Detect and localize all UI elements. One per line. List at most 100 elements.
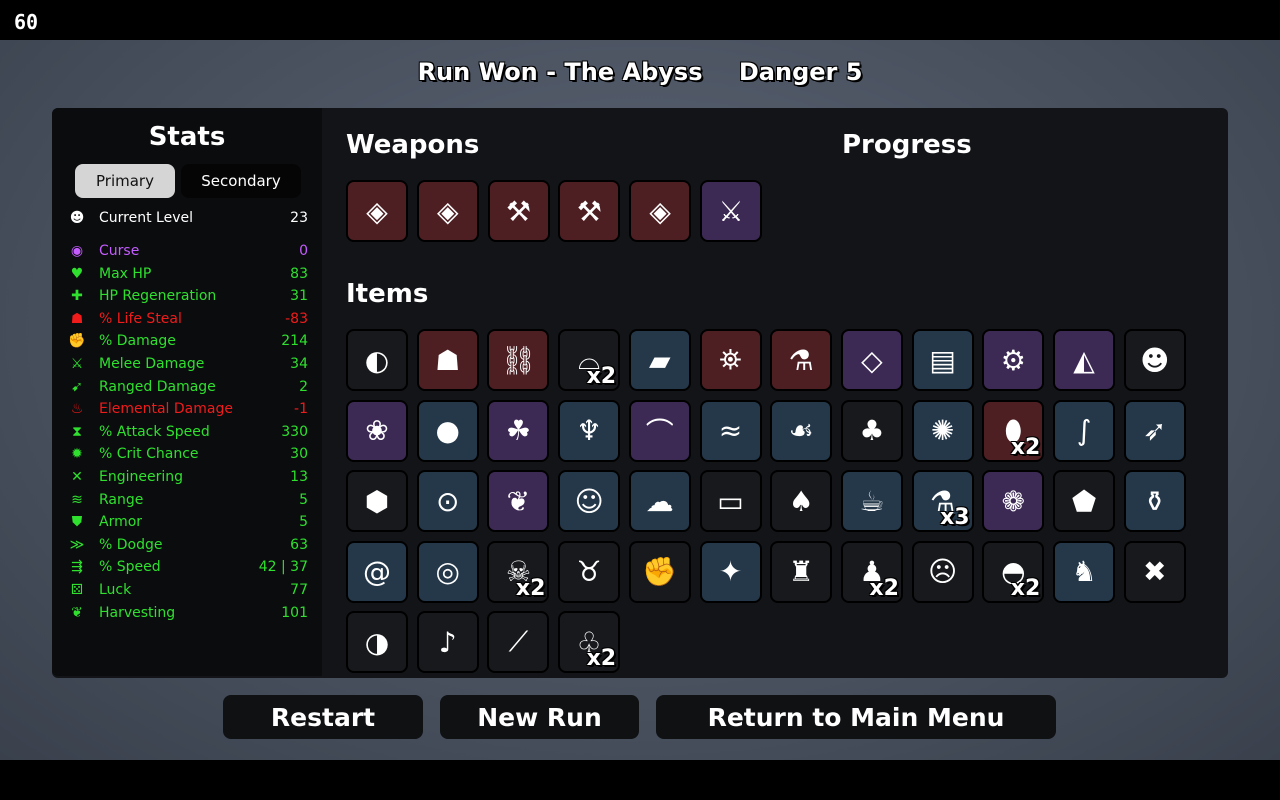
item-slot[interactable]: ⛯ — [699, 329, 762, 391]
item-slot[interactable]: ➶ — [1123, 399, 1186, 462]
octopus-icon: ✺ — [930, 414, 955, 447]
item-slot[interactable]: ♜ — [770, 540, 833, 603]
stat-row[interactable]: ✹ % Crit Chance 30 — [68, 444, 308, 464]
item-slot[interactable]: ♟ x2 — [840, 540, 903, 603]
stat-row[interactable]: ⧗ % Attack Speed 330 — [68, 422, 308, 442]
meat-hanger-icon: ♆ — [576, 414, 602, 447]
item-slot[interactable]: ◭ — [1053, 329, 1115, 391]
stat-row[interactable]: ≫ % Dodge 63 — [68, 535, 308, 555]
stat-row[interactable]: ⛊ Armor 5 — [68, 512, 308, 532]
tab-secondary[interactable]: Secondary — [181, 164, 301, 198]
item-slot[interactable]: ☹ — [911, 540, 974, 603]
main-menu-button[interactable]: Return to Main Menu — [656, 695, 1056, 739]
item-slot[interactable]: ♣ — [840, 399, 903, 462]
weapon-slot[interactable]: ⚔ — [700, 180, 762, 242]
item-slot[interactable]: ◇ — [840, 329, 903, 391]
item-slot[interactable]: ☺ — [558, 470, 621, 532]
weapon-slot[interactable]: ⚒ — [558, 180, 621, 242]
item-slot[interactable]: ✖ — [1123, 540, 1186, 603]
item-slot[interactable]: ❦ — [487, 470, 550, 532]
weapon-slot[interactable]: ◈ — [346, 180, 408, 242]
stat-row[interactable]: ➹ Ranged Damage 2 — [68, 377, 308, 397]
red-mouth-icon: ◑ — [364, 625, 390, 659]
stat-row[interactable]: ≋ Range 5 — [68, 490, 308, 510]
item-slot[interactable]: ◎ — [416, 540, 479, 603]
item-slot[interactable]: ⟋ — [487, 611, 550, 673]
stat-value: 5 — [299, 491, 308, 508]
item-slot[interactable]: ▤ — [911, 329, 974, 391]
stat-row[interactable]: ✚ HP Regeneration 31 — [68, 286, 308, 306]
item-count: x2 — [869, 575, 899, 601]
stat-row[interactable]: ♨ Elemental Damage -1 — [68, 399, 308, 419]
weapon-slot[interactable]: ◈ — [629, 180, 692, 242]
elemental-icon: ♨ — [70, 401, 84, 418]
item-slot[interactable]: ✺ — [911, 399, 974, 462]
item-slot[interactable]: ♞ — [1053, 540, 1115, 603]
item-slot[interactable]: ☕ — [840, 470, 903, 532]
item-slot[interactable]: @ — [346, 540, 408, 603]
stat-row[interactable]: ♥ Max HP 83 — [68, 264, 308, 284]
item-slot[interactable]: ⌓ x2 — [558, 329, 621, 391]
item-slot[interactable]: ♆ — [558, 399, 621, 462]
item-slot[interactable]: ◑ — [346, 611, 408, 673]
item-slot[interactable]: ● — [416, 399, 479, 462]
item-slot[interactable]: ⚱ — [1123, 470, 1186, 532]
speed-icon: ⇶ — [71, 559, 83, 576]
stat-value: 34 — [290, 356, 308, 372]
tab-primary[interactable]: Primary — [75, 164, 175, 198]
mirror-icon: ◇ — [861, 343, 883, 377]
tooth-icon: ♜ — [788, 555, 814, 588]
weapon-slot[interactable]: ◈ — [416, 180, 479, 242]
stat-row[interactable]: ⚔ Melee Damage 34 — [68, 354, 308, 374]
restart-button[interactable]: Restart — [223, 695, 423, 739]
item-slot[interactable]: ♉ — [558, 540, 621, 603]
item-slot[interactable]: ❁ — [982, 470, 1045, 532]
axe-icon: ⚒ — [576, 194, 602, 228]
stat-label: % Damage — [99, 333, 176, 350]
item-slot[interactable]: ⛓ — [487, 329, 550, 391]
item-slot[interactable]: ⬮ x2 — [982, 399, 1045, 462]
item-slot[interactable]: ☘ — [487, 399, 550, 462]
weapon-slot[interactable]: ⚒ — [487, 180, 550, 242]
item-slot[interactable]: ⌒ — [628, 399, 691, 462]
stat-row[interactable]: ✊ % Damage 214 — [68, 331, 308, 351]
item-slot[interactable]: ⊙ — [416, 470, 479, 532]
item-slot[interactable]: ⬢ — [346, 470, 408, 532]
item-slot[interactable]: ◓ x2 — [982, 540, 1045, 603]
item-slot[interactable]: ▰ — [628, 329, 691, 391]
item-slot[interactable]: ☻ — [1123, 329, 1186, 391]
item-slot[interactable]: ≈ — [699, 399, 762, 462]
item-slot[interactable]: ♠ — [770, 470, 833, 532]
stat-value: 77 — [290, 582, 308, 598]
item-slot[interactable]: ☁ — [628, 470, 691, 532]
item-slot[interactable]: ⚗ — [770, 329, 833, 391]
regen-icon: ✚ — [71, 288, 83, 305]
stat-row[interactable]: ◉ Curse 0 — [68, 241, 308, 261]
item-slot[interactable]: ◐ — [346, 329, 408, 391]
item-slot[interactable]: ▭ — [699, 470, 762, 532]
stat-row[interactable]: ☻ Current Level 23 — [68, 208, 308, 228]
stat-label: % Life Steal — [99, 310, 182, 327]
stat-row[interactable]: ⇶ % Speed 42 | 37 — [68, 557, 308, 577]
item-slot[interactable]: ⚙ — [982, 329, 1045, 391]
item-slot[interactable]: ♪ — [416, 611, 479, 673]
sprout-icon: ♣ — [859, 414, 885, 447]
run-header: Run Won - The Abyss Danger 5 — [0, 58, 1280, 86]
item-slot[interactable]: ☙ — [770, 399, 833, 462]
new-run-button[interactable]: New Run — [440, 695, 639, 739]
stat-row[interactable]: ✕ Engineering 13 — [68, 467, 308, 487]
stat-row[interactable]: ⚄ Luck 77 — [68, 580, 308, 600]
item-slot[interactable]: ☗ — [416, 329, 479, 391]
item-slot[interactable]: ⚗ x3 — [911, 470, 974, 532]
item-slot[interactable]: ☠ x2 — [487, 540, 550, 603]
item-slot[interactable]: ✊ — [628, 540, 691, 603]
item-slot[interactable]: ❀ — [346, 399, 408, 462]
item-count: x3 — [940, 505, 970, 530]
stat-label: Engineering — [99, 469, 183, 485]
stat-row[interactable]: ❦ Harvesting 101 — [68, 603, 308, 623]
item-slot[interactable]: ∫ — [1053, 399, 1115, 462]
item-slot[interactable]: ⬟ — [1053, 470, 1115, 532]
item-slot[interactable]: ✦ — [699, 540, 762, 603]
stat-row[interactable]: ☗ % Life Steal -83 — [68, 309, 308, 329]
item-slot[interactable]: ♧ x2 — [558, 611, 621, 673]
